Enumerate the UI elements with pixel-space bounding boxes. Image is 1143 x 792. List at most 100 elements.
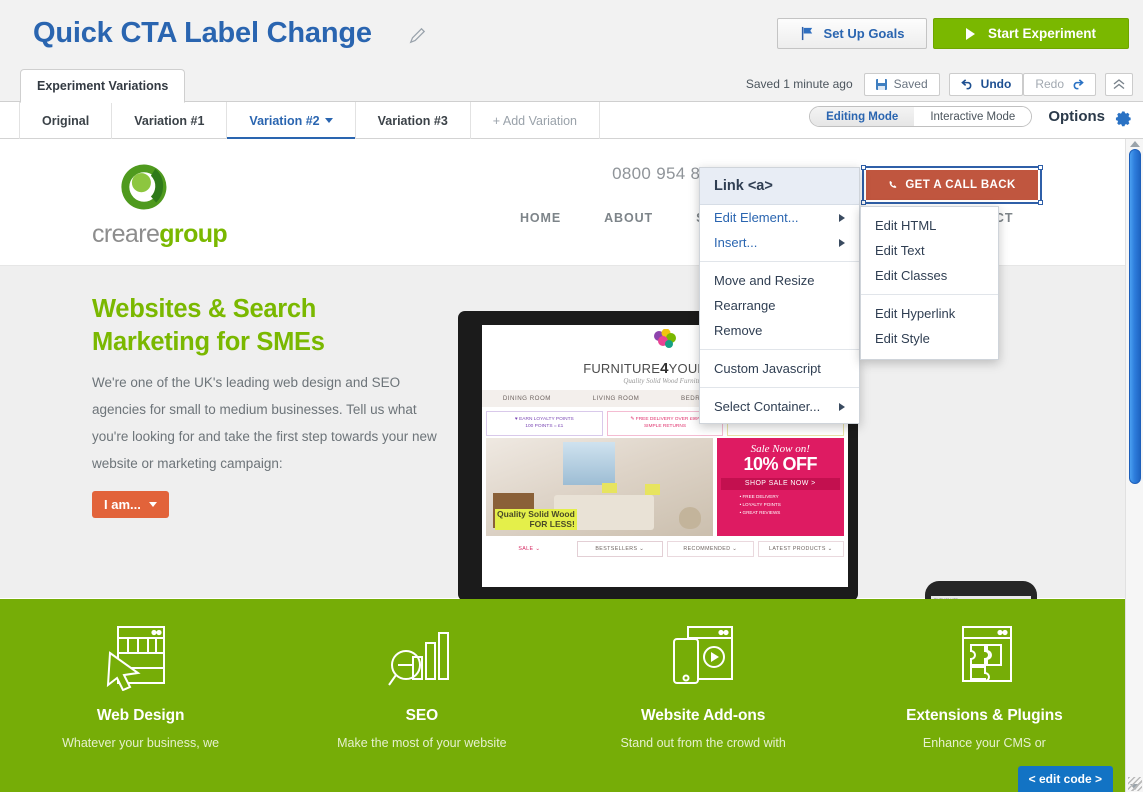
get-a-call-back-button[interactable]: GET A CALL BACK: [866, 170, 1038, 200]
context-menu-insert[interactable]: Insert...: [700, 230, 859, 255]
mode-toggle[interactable]: Editing Mode Interactive Mode: [809, 106, 1033, 127]
submenu-separator: [861, 294, 998, 295]
tab-experiment-variations[interactable]: Experiment Variations: [20, 69, 186, 103]
mockup-footer-bestsellers[interactable]: BESTSELLERS ⌄: [576, 540, 663, 557]
page-title: Quick CTA Label Change: [33, 17, 372, 49]
i-am-dropdown-button[interactable]: I am...: [92, 491, 169, 518]
submenu-edit-html[interactable]: Edit HTML: [861, 213, 998, 238]
mockup-footer-recommended[interactable]: RECOMMENDED ⌄: [667, 540, 754, 557]
gear-icon[interactable]: [1112, 106, 1133, 127]
submenu-edit-classes[interactable]: Edit Classes: [861, 263, 998, 288]
variation-tab-3[interactable]: Variation #3: [356, 102, 471, 139]
submenu-edit-style[interactable]: Edit Style: [861, 326, 998, 351]
chevron-down-icon[interactable]: [324, 118, 333, 123]
collapse-panel-button[interactable]: [1105, 72, 1133, 96]
caret-down-icon: [148, 502, 157, 507]
save-toolbar: Saved 1 minute ago Saved Undo Redo: [746, 69, 1133, 99]
submenu-edit-hyperlink-label: Edit Hyperlink: [875, 306, 956, 321]
edit-element-submenu[interactable]: Edit HTML Edit Text Edit Classes Edit Hy…: [860, 206, 999, 360]
mockup-nav-living[interactable]: LIVING ROOM: [593, 395, 640, 402]
site-preview[interactable]: crearegroup 0800 954 89 HOME ABOUT SER A…: [0, 139, 1125, 792]
context-menu-remove[interactable]: Remove: [700, 318, 859, 343]
top-bar: Quick CTA Label Change Set Up Goals Star…: [0, 0, 1143, 67]
context-menu-edit-element-label: Edit Element...: [714, 210, 799, 225]
redo-button[interactable]: Redo: [1023, 72, 1096, 96]
sale-bullets: • FREE DELIVERY • LOYALTY POINTS • GREAT…: [739, 493, 781, 515]
submenu-edit-hyperlink[interactable]: Edit Hyperlink: [861, 301, 998, 326]
service-web-design-desc: Whatever your business, we: [62, 736, 220, 750]
service-seo[interactable]: SEO Make the most of your website: [281, 617, 562, 752]
undo-arrow-icon: [960, 79, 972, 90]
play-icon: [965, 27, 975, 40]
start-experiment-button[interactable]: Start Experiment: [933, 18, 1129, 49]
undo-label: Undo: [980, 77, 1012, 91]
shop-sale-now-button[interactable]: SHOP SALE NOW >: [720, 477, 840, 490]
services-grid: Web Design Whatever your business, we SE…: [0, 599, 1125, 752]
window-resize-grip[interactable]: [1128, 777, 1142, 791]
context-menu-rearrange[interactable]: Rearrange: [700, 293, 859, 318]
context-menu-rearrange-label: Rearrange: [714, 298, 776, 313]
sale-promo-box: Sale Now on! 10% OFF SHOP SALE NOW > • F…: [716, 437, 844, 536]
scroll-up-arrow-icon[interactable]: [1130, 141, 1140, 147]
hero-heading: Websites & Search Marketing for SMEs: [92, 295, 325, 356]
interactive-mode-label: Interactive Mode: [930, 110, 1016, 123]
set-up-goals-button[interactable]: Set Up Goals: [777, 18, 927, 49]
context-menu-remove-label: Remove: [714, 323, 763, 338]
variation-tab-original[interactable]: Original: [19, 102, 113, 139]
puzzle-icon: [844, 617, 1125, 695]
site-logo[interactable]: crearegroup: [92, 161, 228, 249]
context-menu-custom-javascript[interactable]: Custom Javascript: [700, 356, 859, 381]
variation-tab-1[interactable]: Variation #1: [112, 102, 228, 139]
mode-controls: Editing Mode Interactive Mode Options: [809, 106, 1133, 127]
context-menu-move-resize[interactable]: Move and Resize: [700, 268, 859, 293]
saved-button-label: Saved: [893, 77, 928, 91]
submenu-edit-classes-label: Edit Classes: [875, 268, 948, 283]
site-nav-home[interactable]: HOME: [520, 211, 561, 225]
interactive-mode-option[interactable]: Interactive Mode: [914, 107, 1032, 126]
bedroom-photo: Quality Solid Wood FOR LESS!: [486, 437, 713, 536]
element-context-menu[interactable]: Link <a> Edit Element... Insert... Move …: [699, 167, 860, 424]
submenu-arrow-icon: [839, 213, 845, 222]
service-web-design[interactable]: Web Design Whatever your business, we: [0, 617, 281, 752]
mockup-footer-sale[interactable]: SALE ⌄: [486, 541, 573, 557]
service-extensions-desc: Enhance your CMS or: [922, 736, 1046, 750]
service-seo-desc: Make the most of your website: [337, 736, 507, 750]
bedroom-caption-line2: FOR LESS!: [495, 519, 577, 530]
service-website-addons[interactable]: Website Add-ons Stand out from the crowd…: [563, 617, 844, 752]
variation-tab-2-label: Variation #2: [249, 113, 320, 128]
editing-mode-option[interactable]: Editing Mode: [810, 107, 915, 126]
web-design-icon: [0, 617, 281, 695]
pencil-icon[interactable]: [408, 27, 426, 45]
service-seo-name: SEO: [405, 707, 439, 724]
saved-button[interactable]: Saved: [863, 72, 940, 96]
context-menu-select-container[interactable]: Select Container...: [700, 394, 859, 419]
context-menu-separator: [700, 387, 859, 388]
scrollbar-thumb[interactable]: [1129, 149, 1141, 484]
flower-logo-icon: [654, 328, 676, 348]
variation-tab-1-label: Variation #1: [134, 113, 205, 128]
experiment-tab-row: Experiment Variations Saved 1 minute ago…: [0, 67, 1143, 103]
context-menu-edit-element[interactable]: Edit Element...: [700, 205, 859, 230]
edit-code-button[interactable]: < edit code >: [1017, 766, 1113, 792]
undo-button[interactable]: Undo: [948, 72, 1024, 96]
mockup-footer-latest[interactable]: LATEST PRODUCTS ⌄: [757, 540, 844, 557]
flag-icon: [801, 26, 812, 41]
options-button[interactable]: Options: [1048, 108, 1105, 125]
context-menu-custom-javascript-label: Custom Javascript: [714, 361, 821, 376]
service-extensions-name: Extensions & Plugins: [906, 707, 1063, 724]
start-experiment-label: Start Experiment: [987, 26, 1097, 41]
service-extensions-plugins[interactable]: Extensions & Plugins Enhance your CMS or: [844, 617, 1125, 752]
add-variation-button[interactable]: + Add Variation: [471, 102, 601, 139]
submenu-edit-text[interactable]: Edit Text: [861, 238, 998, 263]
mockup-nav-dining[interactable]: DINING ROOM: [503, 395, 551, 402]
variation-tab-row: Original Variation #1 Variation #2 Varia…: [0, 102, 1143, 140]
get-a-call-back-label: GET A CALL BACK: [905, 179, 1016, 191]
vertical-scrollbar[interactable]: [1125, 139, 1143, 792]
variation-tab-3-label: Variation #3: [377, 113, 448, 128]
submenu-edit-style-label: Edit Style: [875, 331, 930, 346]
site-nav-about[interactable]: ABOUT: [604, 211, 653, 225]
services-band: Web Design Whatever your business, we SE…: [0, 599, 1125, 792]
editing-mode-label: Editing Mode: [826, 110, 899, 123]
context-menu-header: Link <a>: [700, 168, 859, 205]
variation-tab-2[interactable]: Variation #2: [227, 102, 356, 140]
